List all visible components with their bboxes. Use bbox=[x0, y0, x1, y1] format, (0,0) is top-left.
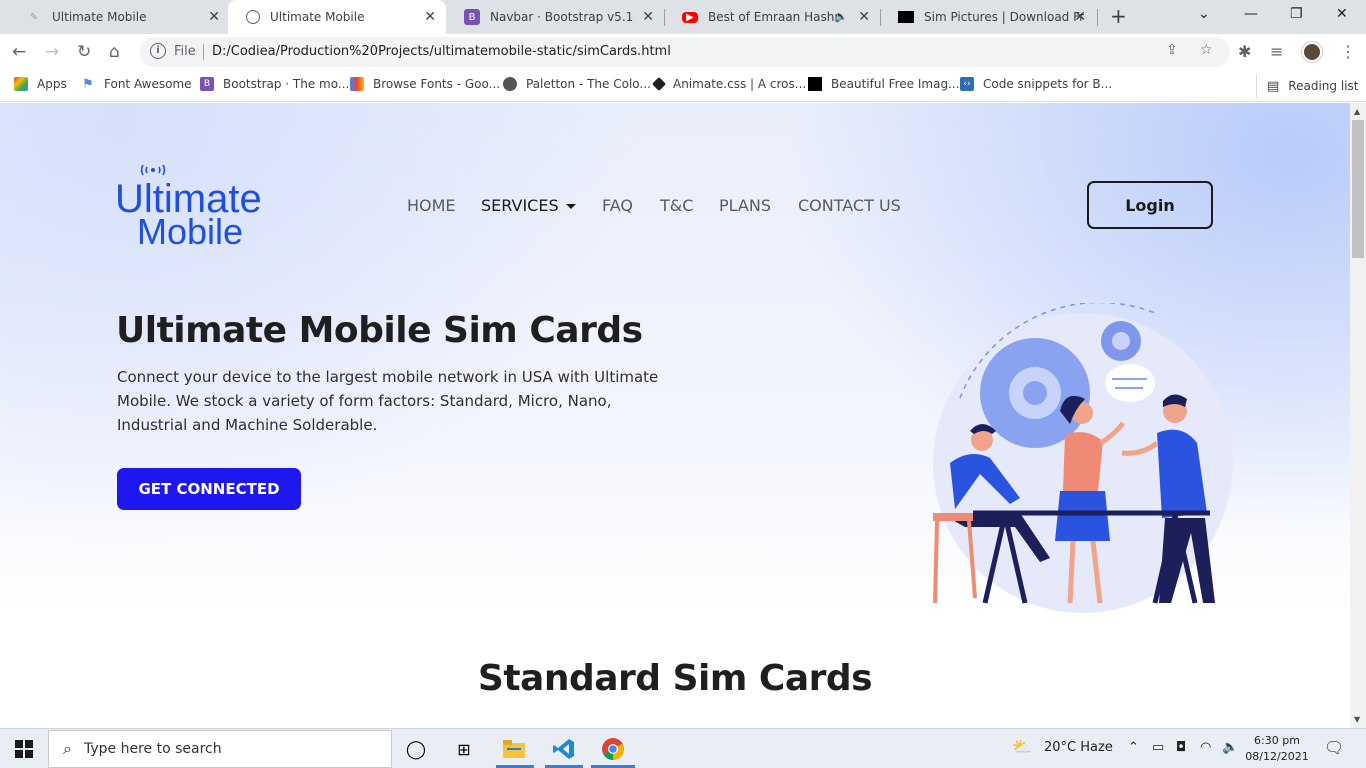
close-tab-icon[interactable]: ✕ bbox=[642, 9, 654, 25]
google-fonts-icon bbox=[350, 77, 364, 91]
reload-button[interactable]: ↻ bbox=[77, 42, 91, 62]
nav-contact-us[interactable]: CONTACT US bbox=[798, 196, 901, 215]
weather-text[interactable]: 20°C Haze bbox=[1044, 740, 1113, 755]
hero-description: Connect your device to the largest mobil… bbox=[117, 368, 659, 434]
task-view-icon[interactable]: ⊞ bbox=[452, 737, 476, 761]
chevron-up-icon[interactable]: ⌃ bbox=[1128, 740, 1139, 755]
close-tab-icon[interactable]: ✕ bbox=[1074, 9, 1086, 25]
battery-icon[interactable]: ▭ bbox=[1152, 740, 1164, 755]
youtube-icon: ▶ bbox=[682, 11, 698, 23]
tab-5[interactable]: Sim Pictures | Download Free ✕ bbox=[880, 0, 1096, 34]
unsplash-icon bbox=[808, 77, 822, 91]
nav-faq[interactable]: FAQ bbox=[602, 196, 633, 215]
tab-3[interactable]: B Navbar · Bootstrap v5.1 ✕ bbox=[446, 0, 664, 34]
vscode-icon[interactable] bbox=[552, 737, 576, 761]
site-favicon-icon: ✎ bbox=[29, 11, 39, 23]
url-text[interactable]: D:/Codiea/Production%20Projects/ultimate… bbox=[212, 44, 671, 59]
bootstrap-icon: B bbox=[200, 77, 214, 91]
back-button[interactable]: ← bbox=[12, 42, 26, 62]
chrome-icon[interactable] bbox=[601, 737, 625, 761]
browser-toolbar: ← → ↻ ⌂ i File D:/Codiea/Production%20Pr… bbox=[0, 34, 1366, 70]
close-tab-icon[interactable]: ✕ bbox=[858, 9, 870, 25]
speaker-icon[interactable]: 🔈 bbox=[834, 10, 848, 23]
paletton-icon bbox=[503, 77, 517, 91]
divider bbox=[203, 44, 204, 60]
section-title-standard-sim-cards: Standard Sim Cards bbox=[477, 658, 873, 699]
file-scheme-label: File bbox=[174, 44, 196, 59]
bookmark-code-snippets[interactable]: ‹› Code snippets for B... bbox=[960, 77, 1112, 91]
speech-bubble-icon bbox=[1105, 364, 1155, 402]
tab-2-active[interactable]: Ultimate Mobile ✕ bbox=[228, 0, 446, 34]
tab-strip: ✎ Ultimate Mobile ✕ Ultimate Mobile ✕ B … bbox=[0, 0, 1366, 34]
animate-icon bbox=[651, 76, 667, 92]
bookmark-star-icon[interactable]: ☆ bbox=[1200, 42, 1213, 58]
file-explorer-icon[interactable] bbox=[502, 737, 526, 761]
bookmark-apps[interactable]: Apps bbox=[14, 77, 67, 91]
windows-taskbar: ⌕ Type here to search ◯ ⊞ ⛅ 20°C Haze ⌃ … bbox=[0, 728, 1366, 768]
profile-avatar[interactable] bbox=[1302, 42, 1322, 62]
bookmark-paletton[interactable]: Paletton - The Colo... bbox=[503, 77, 651, 91]
globe-icon bbox=[246, 10, 260, 24]
meet-now-icon[interactable]: ◘ bbox=[1176, 740, 1186, 755]
reading-list-icon: ▤ bbox=[1267, 78, 1280, 94]
info-icon[interactable]: i bbox=[150, 43, 166, 59]
reading-list-button[interactable]: ▤ Reading list bbox=[1256, 74, 1358, 98]
unsplash-icon bbox=[898, 11, 914, 23]
windows-start-icon[interactable] bbox=[15, 740, 33, 758]
bookmark-bootstrap[interactable]: B Bootstrap · The mo... bbox=[200, 77, 349, 91]
close-tab-icon[interactable]: ✕ bbox=[424, 9, 436, 25]
bookmark-animate-css[interactable]: Animate.css | A cros... bbox=[651, 76, 806, 92]
restore-button[interactable]: ❐ bbox=[1290, 6, 1303, 22]
forward-button[interactable]: → bbox=[45, 42, 59, 62]
web-page: Ultimate Mobile HOME SERVICES FAQ T&C PL… bbox=[0, 103, 1350, 728]
caret-down-icon bbox=[565, 204, 576, 209]
minimize-button[interactable]: — bbox=[1244, 6, 1258, 22]
bookmark-unsplash[interactable]: Beautiful Free Imag... bbox=[808, 77, 960, 91]
gear-large-icon bbox=[980, 338, 1090, 448]
login-button[interactable]: Login bbox=[1087, 181, 1213, 229]
close-tab-icon[interactable]: ✕ bbox=[208, 9, 220, 25]
cortana-circle-icon[interactable]: ◯ bbox=[404, 737, 428, 761]
system-clock[interactable]: 6:30 pm 08/12/2021 bbox=[1244, 733, 1310, 765]
search-icon: ⌕ bbox=[63, 739, 72, 758]
tab-1[interactable]: ✎ Ultimate Mobile ✕ bbox=[8, 0, 230, 34]
bookmark-google-fonts[interactable]: Browse Fonts - Goo... bbox=[350, 77, 500, 91]
volume-icon[interactable]: 🔈 bbox=[1222, 740, 1238, 755]
media-control-icon[interactable]: ≡ bbox=[1270, 42, 1283, 61]
gear-small-icon bbox=[1101, 321, 1141, 361]
close-window-button[interactable]: ✕ bbox=[1336, 6, 1348, 22]
site-logo[interactable]: Ultimate Mobile bbox=[115, 165, 290, 252]
extensions-puzzle-icon[interactable]: ✱ bbox=[1238, 42, 1251, 61]
get-connected-button[interactable]: GET CONNECTED bbox=[117, 468, 301, 510]
page-scrollbar[interactable]: ▲ ▼ bbox=[1350, 103, 1366, 728]
logo-text-mobile: Mobile bbox=[137, 211, 244, 252]
apps-grid-icon bbox=[14, 77, 28, 91]
notification-icon[interactable]: 🗨 bbox=[1324, 738, 1344, 757]
bootstrap-icon: B bbox=[464, 9, 480, 25]
address-bar[interactable]: i File D:/Codiea/Production%20Projects/u… bbox=[140, 37, 1230, 67]
hero-title: Ultimate Mobile Sim Cards bbox=[116, 310, 643, 351]
nav-services-dropdown[interactable]: SERVICES bbox=[481, 196, 576, 215]
tab-search-chevron-icon[interactable]: ⌄ bbox=[1198, 6, 1210, 22]
menu-kebab-icon[interactable]: ⋮ bbox=[1340, 42, 1356, 61]
home-button[interactable]: ⌂ bbox=[109, 42, 120, 62]
taskbar-search-box[interactable]: ⌕ Type here to search bbox=[48, 730, 392, 768]
scroll-up-arrow-icon[interactable]: ▲ bbox=[1354, 107, 1360, 116]
flag-icon: ⚑ bbox=[82, 76, 94, 92]
nav-tc[interactable]: T&C bbox=[660, 196, 693, 215]
nav-plans[interactable]: PLANS bbox=[719, 196, 771, 215]
tab-separator bbox=[1097, 9, 1098, 26]
weather-haze-icon[interactable]: ⛅ bbox=[1012, 737, 1032, 756]
share-icon[interactable]: ⇪ bbox=[1166, 42, 1178, 58]
scrollbar-thumb[interactable] bbox=[1352, 120, 1364, 258]
snippets-icon: ‹› bbox=[960, 77, 974, 91]
tab-4[interactable]: ▶ Best of Emraan Hashmi 🔈 ✕ bbox=[664, 0, 880, 34]
new-tab-button[interactable]: + bbox=[1110, 4, 1127, 28]
nav-home[interactable]: HOME bbox=[407, 196, 456, 215]
bookmarks-bar: Apps ⚑ Font Awesome B Bootstrap · The mo… bbox=[0, 70, 1366, 102]
scroll-down-arrow-icon[interactable]: ▼ bbox=[1354, 715, 1360, 724]
bookmark-font-awesome[interactable]: ⚑ Font Awesome bbox=[81, 76, 191, 92]
wifi-icon[interactable]: ◠ bbox=[1200, 740, 1211, 755]
team-meeting-illustration bbox=[933, 303, 1233, 613]
